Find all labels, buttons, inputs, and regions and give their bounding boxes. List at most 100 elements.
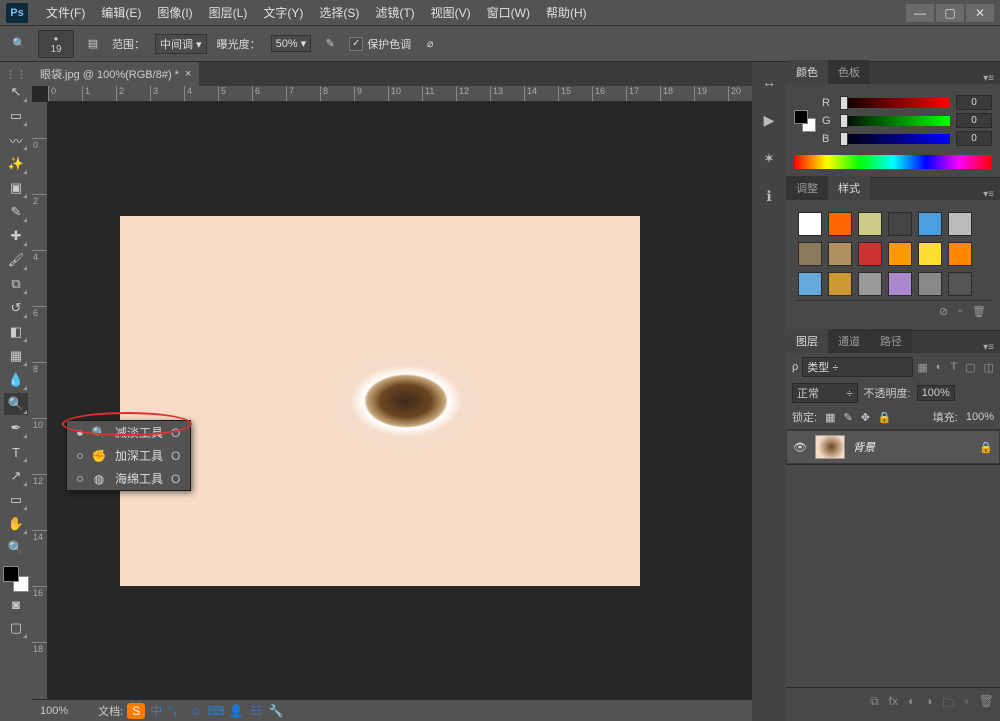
- screenmode-toggle[interactable]: ▢: [4, 617, 28, 639]
- style-swatch[interactable]: [888, 242, 912, 266]
- new-fill-icon[interactable]: ◑: [925, 694, 932, 715]
- channels-tab[interactable]: 通道: [828, 329, 870, 353]
- layers-tab[interactable]: 图层: [786, 329, 828, 353]
- hand-tool[interactable]: ✋: [4, 513, 28, 535]
- layers-panel-menu-icon[interactable]: ▾≡: [977, 342, 1000, 353]
- style-swatch[interactable]: [918, 242, 942, 266]
- magic-wand-tool[interactable]: ✨: [4, 153, 28, 175]
- dodge-tool-icon[interactable]: 🔍: [10, 35, 28, 53]
- maximize-button[interactable]: ▢: [936, 4, 964, 22]
- ime-smile-icon[interactable]: ☺: [187, 703, 205, 719]
- g-value[interactable]: 0: [956, 113, 992, 128]
- canvas-viewport[interactable]: [48, 102, 752, 699]
- blend-mode-select[interactable]: 正常 ÷: [792, 383, 858, 403]
- toolbox-handle[interactable]: ⋮⋮: [2, 68, 30, 76]
- brush-panel-toggle[interactable]: ▤: [84, 35, 102, 53]
- history-brush-tool[interactable]: ↺: [4, 297, 28, 319]
- move-tool[interactable]: ↖: [4, 81, 28, 103]
- brushes-panel-icon[interactable]: ✶: [758, 148, 780, 168]
- style-swatch[interactable]: [948, 212, 972, 236]
- pressure-icon[interactable]: ⌀: [421, 35, 439, 53]
- brush-picker[interactable]: • 19: [38, 30, 74, 58]
- stamp-tool[interactable]: ⧉: [4, 273, 28, 295]
- opacity-value[interactable]: 100%: [917, 385, 955, 401]
- g-slider[interactable]: [840, 116, 950, 126]
- filter-smart-icon[interactable]: ◫: [984, 361, 994, 374]
- healing-tool[interactable]: ✚: [4, 225, 28, 247]
- filter-adjust-icon[interactable]: ◐: [936, 361, 943, 374]
- lock-pos-icon[interactable]: ✥: [861, 411, 870, 424]
- type-tool[interactable]: T: [4, 441, 28, 463]
- layer-item-background[interactable]: 👁 背景 🔒: [786, 430, 1000, 464]
- eyedropper-tool[interactable]: ✎: [4, 201, 28, 223]
- ime-lang-icon[interactable]: 中: [147, 703, 165, 719]
- ime-settings-icon[interactable]: 🔧: [267, 703, 285, 719]
- menu-layer[interactable]: 图层(L): [201, 0, 256, 25]
- style-swatch[interactable]: [858, 242, 882, 266]
- airbrush-icon[interactable]: ✎: [321, 35, 339, 53]
- tool-option-dodge[interactable]: 🔍 减淡工具 O: [67, 421, 190, 444]
- style-swatch[interactable]: [918, 212, 942, 236]
- new-style-icon[interactable]: ▫: [958, 305, 962, 318]
- layer-fx-icon[interactable]: fx: [889, 694, 898, 715]
- gradient-tool[interactable]: ▦: [4, 345, 28, 367]
- eraser-tool[interactable]: ◧: [4, 321, 28, 343]
- clear-style-icon[interactable]: ⊘: [939, 305, 948, 318]
- close-button[interactable]: ✕: [966, 4, 994, 22]
- marquee-tool[interactable]: ▭: [4, 105, 28, 127]
- link-layers-icon[interactable]: ⧉: [870, 694, 879, 715]
- style-swatch[interactable]: [828, 272, 852, 296]
- fill-value[interactable]: 100%: [966, 411, 994, 423]
- dodge-tool[interactable]: 🔍: [4, 393, 28, 415]
- info-panel-icon[interactable]: ℹ: [758, 186, 780, 206]
- ruler-vertical[interactable]: 4024681012141618: [32, 102, 48, 699]
- b-slider[interactable]: [840, 134, 950, 144]
- paths-tab[interactable]: 路径: [870, 329, 912, 353]
- style-swatch[interactable]: [798, 212, 822, 236]
- zoom-tool[interactable]: 🔍: [4, 537, 28, 559]
- ime-skin-icon[interactable]: ☷: [247, 703, 265, 719]
- style-swatch[interactable]: [828, 212, 852, 236]
- styles-panel-menu-icon[interactable]: ▾≡: [977, 189, 1000, 200]
- shape-tool[interactable]: ▭: [4, 489, 28, 511]
- layer-kind-select[interactable]: 类型 ÷: [802, 357, 913, 377]
- filter-pixel-icon[interactable]: ▦: [917, 361, 927, 374]
- filter-shape-icon[interactable]: ▢: [965, 361, 975, 374]
- menu-edit[interactable]: 编辑(E): [93, 0, 149, 25]
- adjustments-tab[interactable]: 调整: [786, 176, 828, 200]
- color-fgbg-swatch[interactable]: [794, 110, 816, 132]
- ime-icon[interactable]: S: [127, 703, 145, 719]
- actions-panel-icon[interactable]: ▶: [758, 110, 780, 130]
- layer-thumbnail[interactable]: [815, 435, 845, 459]
- style-swatch[interactable]: [918, 272, 942, 296]
- menu-filter[interactable]: 滤镜(T): [367, 0, 422, 25]
- color-spectrum[interactable]: [794, 155, 992, 169]
- layer-mask-icon[interactable]: ◐: [908, 694, 915, 715]
- zoom-level[interactable]: 100%: [40, 705, 68, 717]
- style-swatch[interactable]: [888, 272, 912, 296]
- ime-user-icon[interactable]: 👤: [227, 703, 245, 719]
- b-value[interactable]: 0: [956, 131, 992, 146]
- layer-name[interactable]: 背景: [853, 439, 875, 455]
- new-group-icon[interactable]: 🗀: [942, 694, 954, 715]
- brush-tool[interactable]: 🖌: [4, 249, 28, 271]
- protect-tones-checkbox[interactable]: [349, 37, 363, 51]
- menu-image[interactable]: 图像(I): [149, 0, 200, 25]
- menu-select[interactable]: 选择(S): [311, 0, 367, 25]
- style-swatch[interactable]: [798, 272, 822, 296]
- styles-tab[interactable]: 样式: [828, 176, 870, 200]
- lock-trans-icon[interactable]: ▦: [825, 411, 835, 424]
- ime-keyboard-icon[interactable]: ⌨: [207, 703, 225, 719]
- range-select[interactable]: 中间调 ▾: [155, 34, 207, 54]
- tool-option-sponge[interactable]: ◍ 海绵工具 O: [67, 467, 190, 490]
- menu-help[interactable]: 帮助(H): [538, 0, 595, 25]
- r-slider[interactable]: [840, 98, 950, 108]
- pen-tool[interactable]: ✒: [4, 417, 28, 439]
- lock-paint-icon[interactable]: ✎: [843, 411, 852, 424]
- document-tab[interactable]: 眼袋.jpg @ 100%(RGB/8#) * ×: [32, 62, 199, 86]
- delete-layer-icon[interactable]: 🗑: [979, 694, 994, 715]
- path-select-tool[interactable]: ↗: [4, 465, 28, 487]
- lasso-tool[interactable]: 〰: [4, 129, 28, 151]
- menu-view[interactable]: 视图(V): [423, 0, 479, 25]
- visibility-icon[interactable]: 👁: [793, 441, 807, 454]
